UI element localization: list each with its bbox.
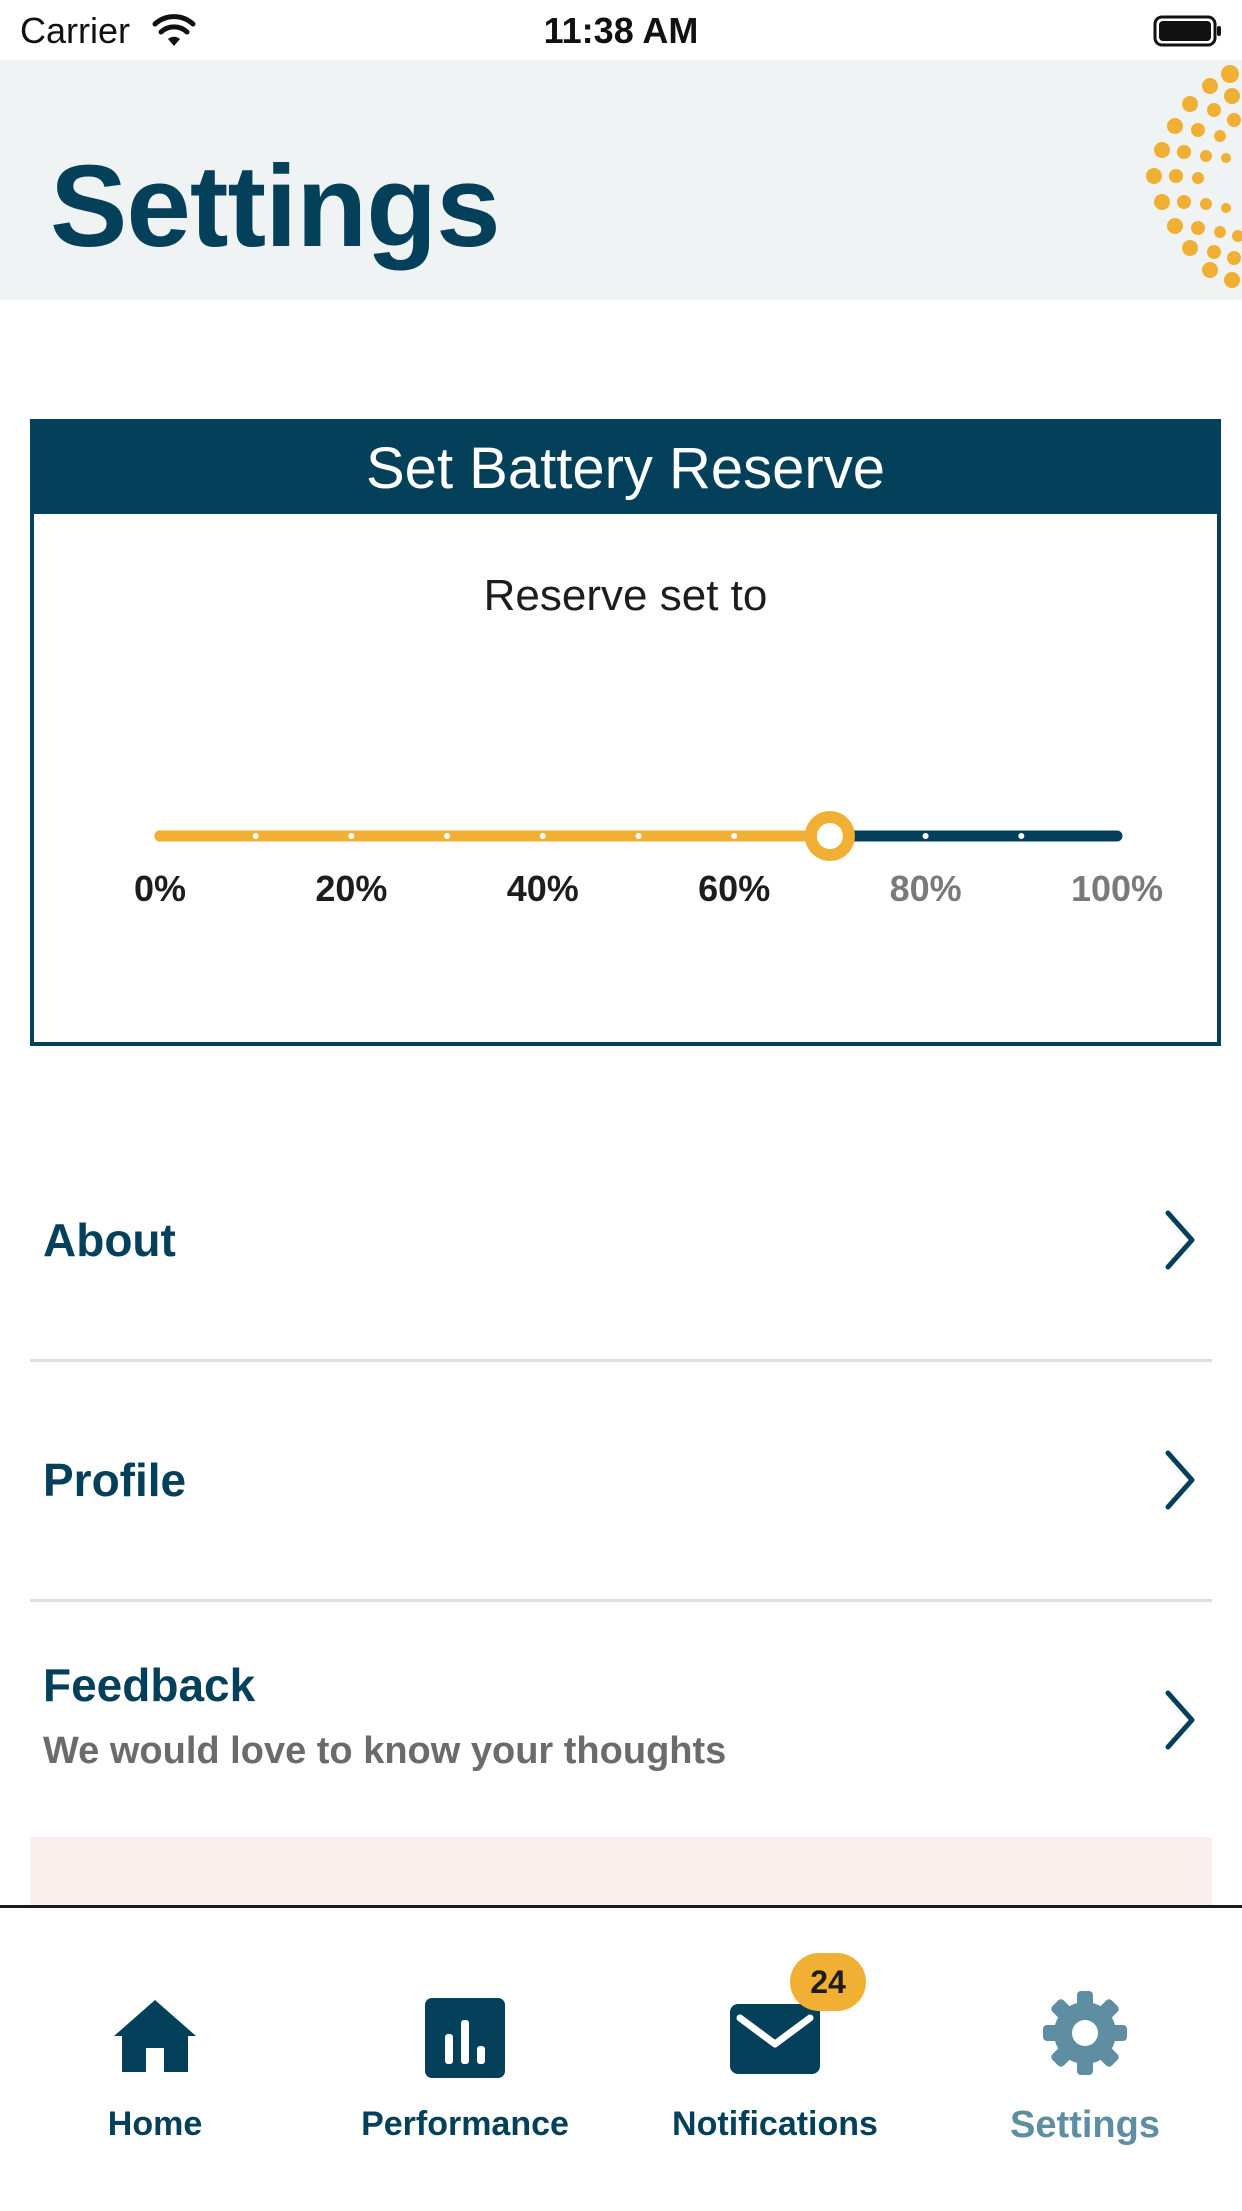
slider-step-dot — [252, 833, 259, 839]
slider-tick-label: 0% — [133, 868, 187, 909]
slider-tick-label: 20% — [315, 868, 388, 909]
menu-item-about[interactable]: About — [30, 1119, 1212, 1362]
home-icon — [114, 2000, 196, 2072]
tab-label: Home — [107, 2105, 203, 2143]
tab-bar: Home Performance Notifications Settings — [0, 1905, 1242, 2211]
slider-thumb-center — [816, 823, 843, 849]
gear-icon — [1043, 1991, 1127, 2075]
slider-step-dot — [731, 833, 738, 839]
chevron-right-icon — [1165, 1690, 1195, 1750]
reserve-card-heading: Set Battery Reserve — [34, 423, 1217, 514]
clock: 11:38 AM — [543, 10, 699, 51]
slider-step-dot — [1018, 833, 1025, 839]
slider-step-dot — [539, 833, 546, 839]
menu-item-feedback[interactable]: Feedback We would love to know your thou… — [30, 1599, 1212, 1842]
mail-icon — [730, 2004, 820, 2074]
slider-step-dot — [444, 833, 451, 839]
page-title: Settings — [50, 141, 501, 271]
slider-step-dot — [348, 833, 355, 839]
tab-label: Performance — [361, 2105, 569, 2143]
tab-settings[interactable]: Settings — [930, 1908, 1240, 2158]
tab-label: Settings — [1010, 2104, 1160, 2146]
slider-step-dot — [922, 833, 929, 839]
chevron-right-icon — [1165, 1210, 1195, 1270]
tab-notifications[interactable]: Notifications — [620, 1908, 930, 2158]
menu-item-subtitle: We would love to know your thoughts — [43, 1730, 727, 1772]
slider-step-dot — [635, 833, 642, 839]
reserve-slider[interactable] — [34, 783, 1217, 903]
tab-home[interactable]: Home — [0, 1908, 310, 2158]
reserve-subtitle: Reserve set to — [483, 571, 768, 620]
slider-tick-label: 40% — [506, 868, 579, 909]
battery-reserve-card: Set Battery Reserve Reserve set to 0% 20%… — [30, 419, 1221, 1046]
menu-item-profile[interactable]: Profile — [30, 1359, 1212, 1602]
chevron-right-icon — [1165, 1450, 1195, 1510]
page-header: Settings — [0, 60, 1242, 300]
bar-chart-icon — [425, 1998, 505, 2078]
notification-badge: 24 — [790, 1953, 866, 2011]
slider-tick-label: 80% — [889, 868, 962, 909]
menu-item-title: Feedback — [43, 1659, 256, 1711]
menu-item-partial — [30, 1837, 1212, 1905]
tab-label: Notifications — [672, 2105, 878, 2143]
tab-performance[interactable]: Performance — [310, 1908, 620, 2158]
battery-icon — [1153, 15, 1221, 47]
slider-tick-label: 60% — [698, 868, 771, 909]
brand-logo-dots — [1146, 65, 1242, 288]
status-bar: Carrier 11:38 AM — [0, 0, 1242, 60]
menu-item-title: About — [43, 1214, 176, 1266]
slider-tick-label: 100% — [1070, 868, 1164, 909]
menu-item-title: Profile — [43, 1454, 187, 1506]
